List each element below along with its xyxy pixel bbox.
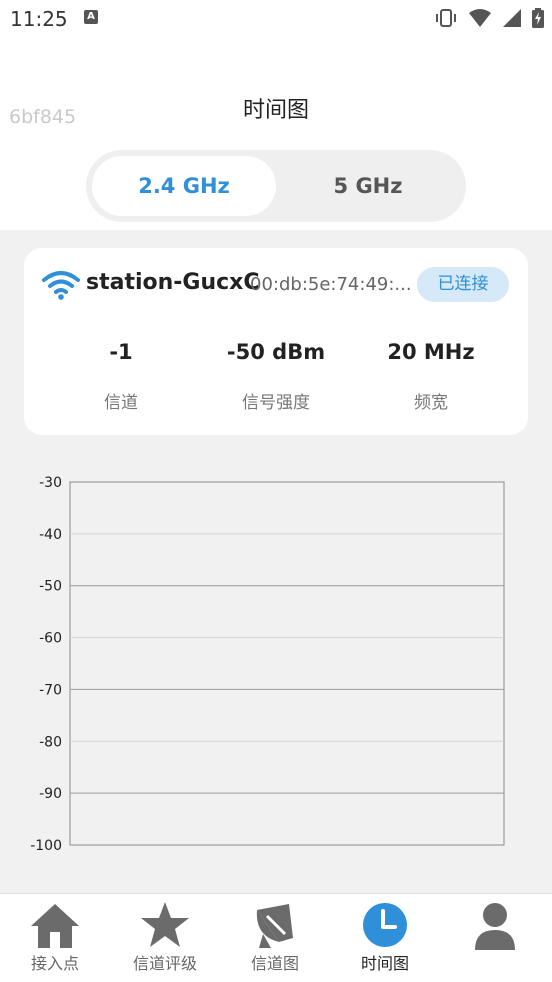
station-card[interactable]: station-GucxC 00:db:5e:74:49:... 已连接 -1 … bbox=[24, 248, 528, 435]
stat-signal-label: 信号强度 bbox=[242, 393, 310, 413]
nav-label-channel-rating: 信道评级 bbox=[132, 954, 197, 973]
satellite-dish-icon bbox=[256, 904, 293, 948]
band-switch: 2.4 GHz 5 GHz bbox=[86, 150, 466, 222]
stat-channel-label: 信道 bbox=[104, 393, 138, 413]
status-bar: 11:25 A bbox=[0, 0, 552, 38]
nav-item-time-graph[interactable]: 时间图 bbox=[330, 894, 440, 982]
nav-item-channel-rating[interactable]: 信道评级 bbox=[110, 894, 220, 982]
notification-icon: A bbox=[84, 10, 98, 24]
person-icon bbox=[475, 903, 515, 950]
wifi-icon bbox=[42, 271, 80, 300]
y-tick-label: -90 bbox=[39, 786, 62, 802]
clock-icon bbox=[363, 903, 407, 947]
stat-signal: -50 dBm 信号强度 bbox=[196, 340, 356, 413]
y-tick-label: -40 bbox=[39, 527, 62, 543]
battery-charging-icon bbox=[532, 8, 544, 28]
status-badge: 已连接 bbox=[417, 267, 509, 302]
stat-bandwidth: 20 MHz 频宽 bbox=[351, 340, 511, 413]
y-tick-label: -70 bbox=[39, 682, 62, 698]
stat-channel: -1 信道 bbox=[41, 340, 201, 413]
stat-bandwidth-value: 20 MHz bbox=[387, 340, 475, 364]
star-icon bbox=[141, 902, 189, 947]
station-bssid: 00:db:5e:74:49:... bbox=[250, 274, 412, 295]
time-chart: -30 -40 -50 -60 -70 -80 -90 -100 bbox=[30, 475, 505, 854]
status-icons bbox=[434, 8, 544, 28]
nav-item-access-points[interactable]: 接入点 bbox=[0, 894, 110, 982]
vibrate-icon bbox=[436, 9, 456, 27]
y-tick-label: -60 bbox=[39, 631, 62, 647]
y-tick-label: -30 bbox=[39, 475, 62, 491]
station-ssid: station-GucxC bbox=[86, 270, 260, 295]
home-icon bbox=[31, 904, 79, 948]
cell-signal-icon bbox=[503, 9, 521, 27]
band-2-4ghz-button[interactable]: 2.4 GHz bbox=[92, 156, 276, 216]
wifi-signal-icon bbox=[469, 9, 491, 27]
bottom-nav: 接入点 信道评级 信道图 时间图 bbox=[0, 893, 552, 982]
stat-signal-value: -50 dBm bbox=[226, 340, 326, 364]
stat-bandwidth-label: 频宽 bbox=[414, 393, 448, 413]
nav-item-channel-graph[interactable]: 信道图 bbox=[220, 894, 330, 982]
nav-label-channel-graph: 信道图 bbox=[250, 954, 299, 973]
status-time: 11:25 bbox=[10, 7, 68, 31]
stat-channel-value: -1 bbox=[109, 340, 133, 364]
y-tick-label: -50 bbox=[39, 579, 62, 595]
chart-plot-area bbox=[69, 481, 505, 846]
nav-item-profile[interactable] bbox=[440, 894, 550, 982]
page-title: 时间图 bbox=[242, 98, 309, 123]
band-5ghz-button[interactable]: 5 GHz bbox=[276, 156, 460, 216]
y-tick-label: -100 bbox=[30, 838, 62, 854]
nav-label-access-points: 接入点 bbox=[30, 954, 79, 973]
nav-label-time-graph: 时间图 bbox=[360, 954, 409, 973]
y-tick-label: -80 bbox=[39, 734, 62, 750]
